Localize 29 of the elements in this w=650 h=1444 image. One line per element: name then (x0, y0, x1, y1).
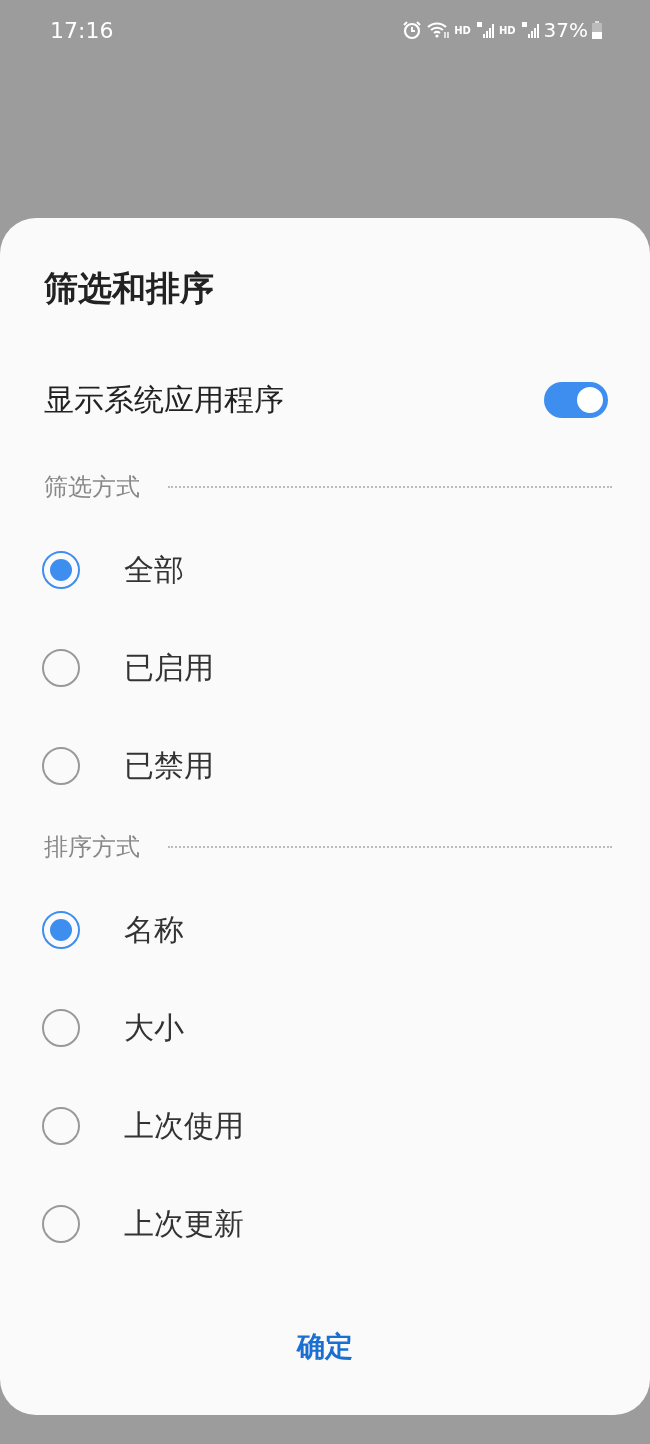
option-label[interactable]: 全部 (124, 549, 184, 591)
wifi-icon (426, 20, 451, 40)
alarm-icon (402, 20, 423, 40)
signal-icon (519, 20, 540, 40)
signal-icon (474, 20, 495, 40)
radio-button[interactable] (42, 551, 80, 589)
option-label[interactable]: 名称 (124, 909, 184, 951)
option-label[interactable]: 上次使用 (124, 1105, 244, 1147)
option-label[interactable]: 已禁用 (124, 745, 214, 787)
status-time: 17:16 (50, 17, 114, 43)
option-label[interactable]: 已启用 (124, 647, 214, 689)
radio-button[interactable] (42, 1205, 80, 1243)
radio-button[interactable] (42, 1009, 80, 1047)
confirm-button[interactable]: 确定 (277, 1317, 373, 1377)
radio-button[interactable] (42, 649, 80, 687)
battery-icon (592, 21, 602, 39)
radio-button[interactable] (42, 911, 80, 949)
dialog-title: 筛选和排序 (44, 267, 215, 310)
radio-button[interactable] (42, 1107, 80, 1145)
option-label[interactable]: 上次更新 (124, 1203, 244, 1245)
toggle-label: 显示系统应用程序 (44, 380, 284, 419)
section-header: 排序方式 (44, 832, 140, 863)
network-label: HD (498, 24, 516, 36)
section-header: 筛选方式 (44, 472, 140, 503)
option-label[interactable]: 大小 (124, 1007, 184, 1049)
network-label: HD (454, 24, 471, 36)
toggle-switch[interactable] (544, 382, 608, 418)
radio-button[interactable] (42, 747, 80, 785)
battery-percent: 37% (543, 18, 588, 42)
